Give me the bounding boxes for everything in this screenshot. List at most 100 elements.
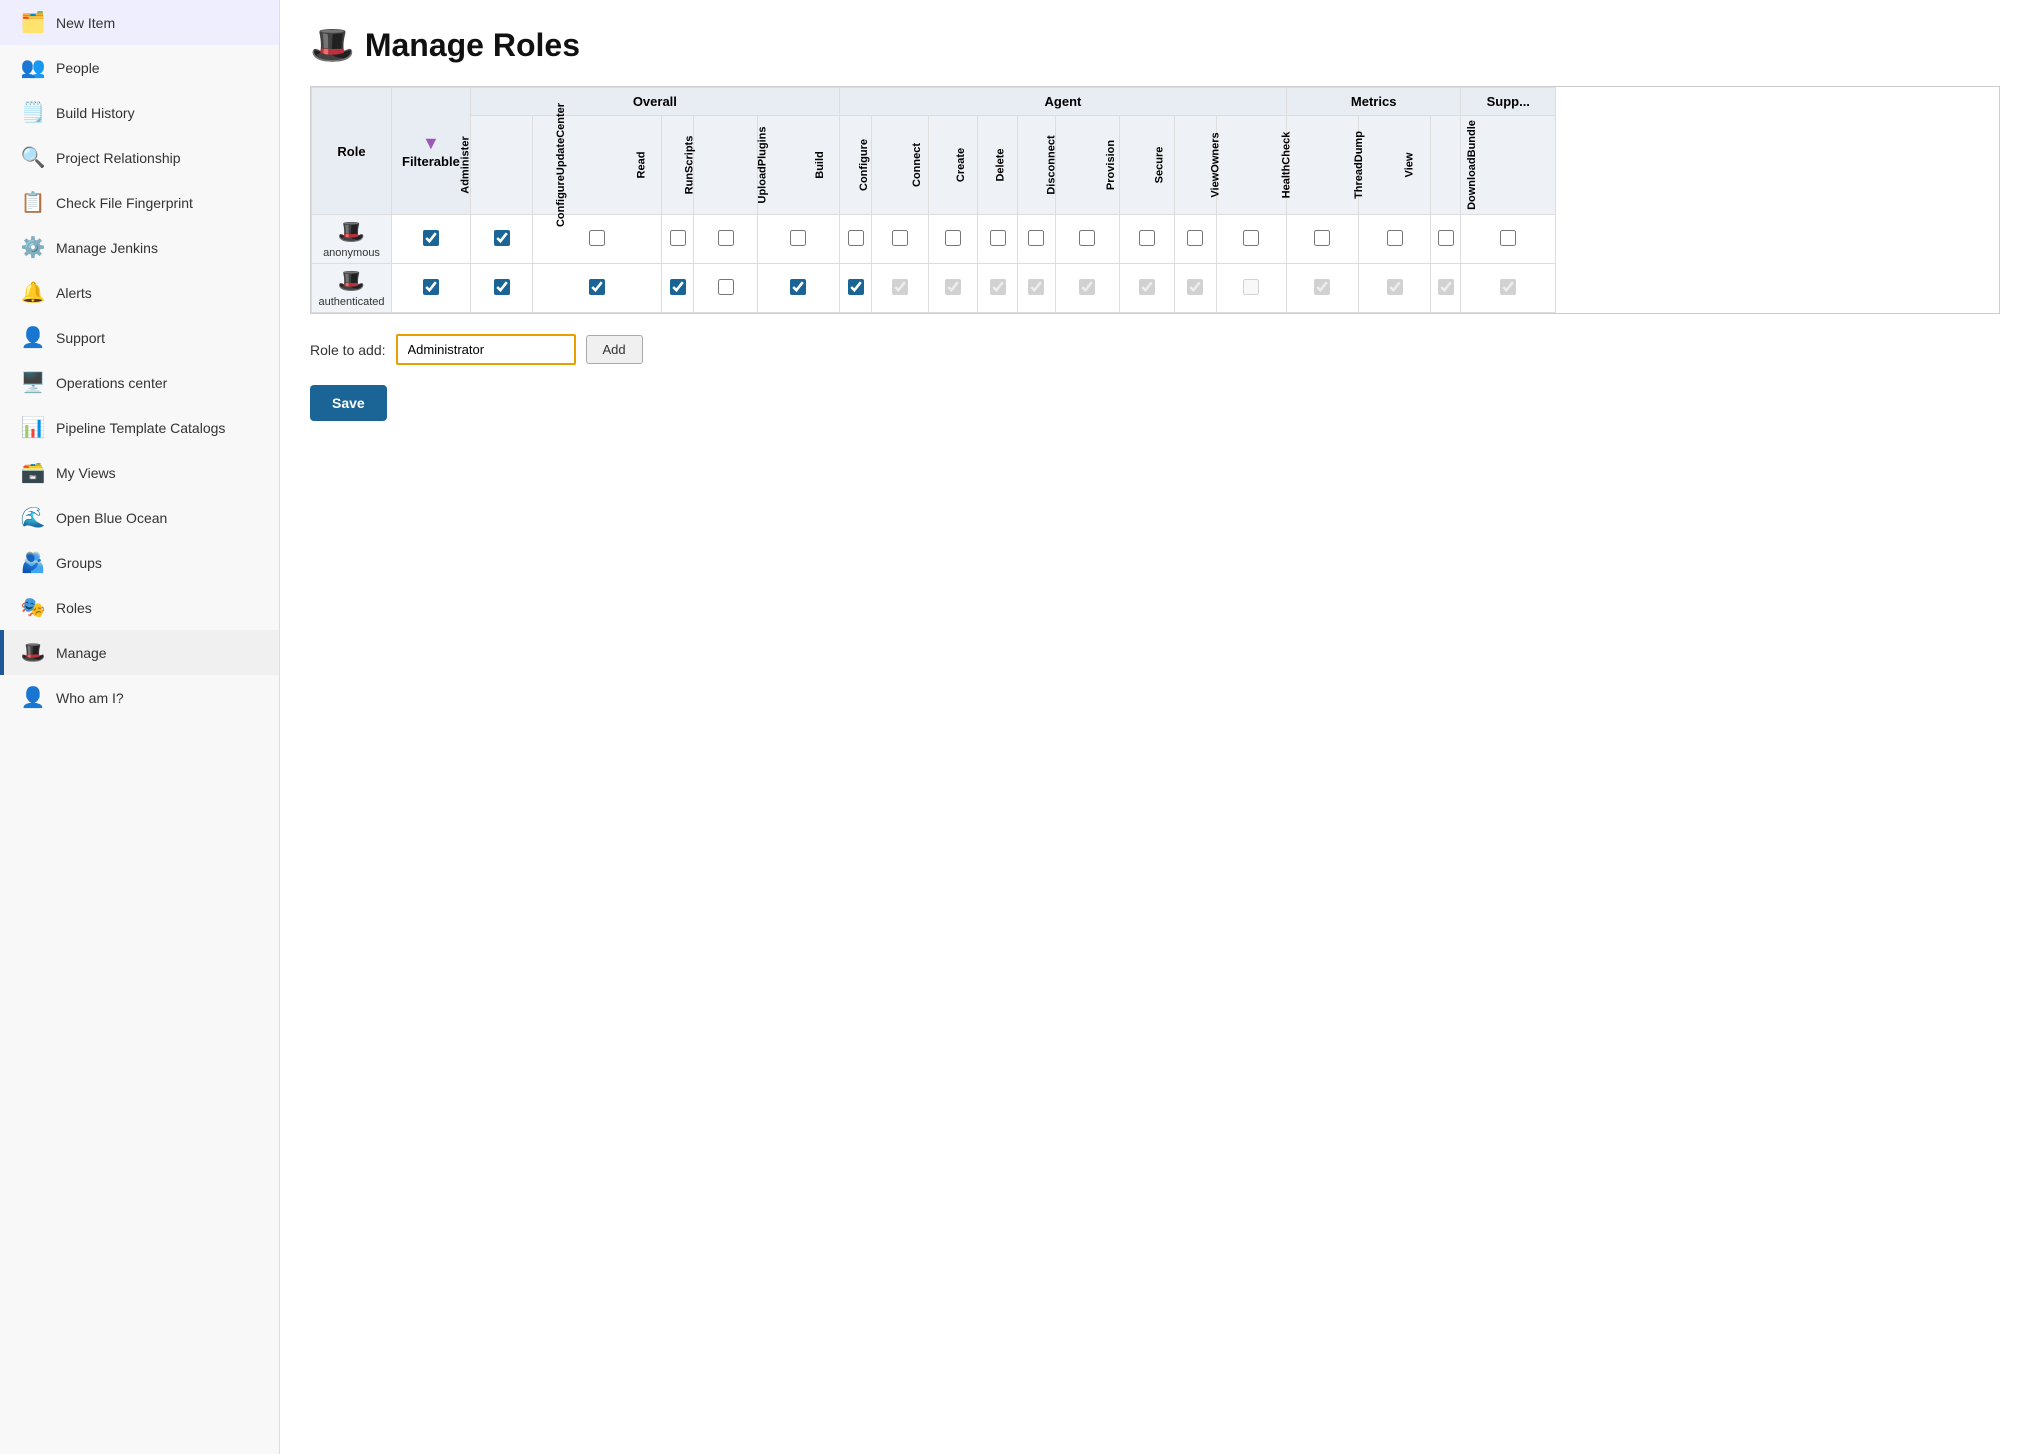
- checkbox-metrics-1-anonymous[interactable]: [1387, 230, 1403, 246]
- col-downloadbundle: DownloadBundle: [1461, 116, 1556, 215]
- checkbox-agent-7-anonymous[interactable]: [1187, 230, 1203, 246]
- checkbox-overall-3-anonymous[interactable]: [718, 230, 734, 246]
- sidebar-item-groups[interactable]: 🫂 Groups: [0, 540, 279, 585]
- checkbox-metrics-0-anonymous[interactable]: [1314, 230, 1330, 246]
- metrics-view-authenticated[interactable]: [1431, 264, 1461, 313]
- metrics-healthcheck-anonymous[interactable]: [1287, 215, 1359, 264]
- group-metrics: Metrics: [1287, 88, 1461, 116]
- checkbox-agent-0-authenticated[interactable]: [848, 279, 864, 295]
- overall-configureupdatecenter-authenticated[interactable]: [533, 264, 662, 313]
- checkbox-overall-1-anonymous[interactable]: [589, 230, 605, 246]
- checkbox-agent-5-anonymous[interactable]: [1079, 230, 1095, 246]
- agent-viewowners-anonymous[interactable]: [1216, 215, 1286, 264]
- agent-disconnect-anonymous[interactable]: [1055, 215, 1119, 264]
- agent-viewowners-authenticated[interactable]: [1216, 264, 1286, 313]
- sidebar-item-support[interactable]: 👤 Support: [0, 315, 279, 360]
- checkbox-agent-6-anonymous[interactable]: [1139, 230, 1155, 246]
- sidebar-item-people[interactable]: 👥 People: [0, 45, 279, 90]
- agent-delete-authenticated[interactable]: [1017, 264, 1055, 313]
- checkbox-overall-4-anonymous[interactable]: [790, 230, 806, 246]
- checkbox-agent-7-authenticated: [1187, 279, 1203, 295]
- filterable-authenticated[interactable]: [392, 264, 471, 313]
- agent-connect-anonymous[interactable]: [929, 215, 978, 264]
- checkbox-agent-2-anonymous[interactable]: [945, 230, 961, 246]
- sidebar-label-pipeline-template-catalogs: Pipeline Template Catalogs: [56, 420, 225, 436]
- overall-read-authenticated[interactable]: [662, 264, 694, 313]
- checkbox-agent-3-anonymous[interactable]: [990, 230, 1006, 246]
- agent-secure-anonymous[interactable]: [1175, 215, 1217, 264]
- sidebar-item-who-am-i[interactable]: 👤 Who am I?: [0, 675, 279, 720]
- agent-provision-anonymous[interactable]: [1119, 215, 1174, 264]
- overall-runscripts-anonymous[interactable]: [694, 215, 758, 264]
- agent-disconnect-authenticated[interactable]: [1055, 264, 1119, 313]
- checkbox-overall-0-authenticated[interactable]: [494, 279, 510, 295]
- overall-administer-anonymous[interactable]: [470, 215, 532, 264]
- checkbox-support-0-anonymous[interactable]: [1500, 230, 1516, 246]
- sidebar-label-support: Support: [56, 330, 105, 346]
- sidebar-item-pipeline-template-catalogs[interactable]: 📊 Pipeline Template Catalogs: [0, 405, 279, 450]
- agent-connect-authenticated[interactable]: [929, 264, 978, 313]
- sidebar-item-operations-center[interactable]: 🖥️ Operations center: [0, 360, 279, 405]
- agent-secure-authenticated[interactable]: [1175, 264, 1217, 313]
- overall-administer-authenticated[interactable]: [470, 264, 532, 313]
- group-support: Supp...: [1461, 88, 1556, 116]
- sidebar-icon-operations-center: 🖥️: [20, 370, 46, 395]
- filterable-checkbox-anonymous[interactable]: [423, 230, 439, 246]
- checkbox-overall-2-anonymous[interactable]: [670, 230, 686, 246]
- filterable-anonymous[interactable]: [392, 215, 471, 264]
- page-title-area: 🎩 Manage Roles: [310, 24, 2000, 66]
- checkbox-overall-1-authenticated[interactable]: [589, 279, 605, 295]
- agent-delete-anonymous[interactable]: [1017, 215, 1055, 264]
- overall-runscripts-authenticated[interactable]: [694, 264, 758, 313]
- sidebar-item-manage[interactable]: 🎩 Manage: [0, 630, 279, 675]
- sidebar-item-project-relationship[interactable]: 🔍 Project Relationship: [0, 135, 279, 180]
- sidebar-item-check-file-fingerprint[interactable]: 📋 Check File Fingerprint: [0, 180, 279, 225]
- agent-configure-authenticated[interactable]: [872, 264, 929, 313]
- support-downloadbundle-anonymous[interactable]: [1461, 215, 1556, 264]
- checkbox-metrics-0-authenticated: [1314, 279, 1330, 295]
- checkbox-agent-1-anonymous[interactable]: [892, 230, 908, 246]
- add-button[interactable]: Add: [586, 335, 643, 364]
- checkbox-metrics-2-anonymous[interactable]: [1438, 230, 1454, 246]
- checkbox-agent-8-anonymous[interactable]: [1243, 230, 1259, 246]
- sidebar-icon-who-am-i: 👤: [20, 685, 46, 710]
- metrics-threaddump-anonymous[interactable]: [1358, 215, 1431, 264]
- sidebar-item-roles[interactable]: 🎭 Roles: [0, 585, 279, 630]
- agent-create-anonymous[interactable]: [978, 215, 1017, 264]
- checkbox-overall-2-authenticated[interactable]: [670, 279, 686, 295]
- sidebar-item-open-blue-ocean[interactable]: 🌊 Open Blue Ocean: [0, 495, 279, 540]
- checkbox-overall-0-anonymous[interactable]: [494, 230, 510, 246]
- overall-uploadplugins-authenticated[interactable]: [757, 264, 839, 313]
- role-add-label: Role to add:: [310, 342, 386, 358]
- sidebar-item-build-history[interactable]: 🗒️ Build History: [0, 90, 279, 135]
- sidebar-icon-groups: 🫂: [20, 550, 46, 575]
- group-agent: Agent: [839, 88, 1286, 116]
- metrics-threaddump-authenticated[interactable]: [1358, 264, 1431, 313]
- agent-provision-authenticated[interactable]: [1119, 264, 1174, 313]
- metrics-view-anonymous[interactable]: [1431, 215, 1461, 264]
- checkbox-agent-0-anonymous[interactable]: [848, 230, 864, 246]
- sidebar-icon-build-history: 🗒️: [20, 100, 46, 125]
- save-button[interactable]: Save: [310, 385, 387, 421]
- sidebar-item-new-item[interactable]: 🗂️ New Item: [0, 0, 279, 45]
- sidebar-item-alerts[interactable]: 🔔 Alerts: [0, 270, 279, 315]
- sidebar-label-build-history: Build History: [56, 105, 135, 121]
- sidebar-item-my-views[interactable]: 🗃️ My Views: [0, 450, 279, 495]
- agent-configure-anonymous[interactable]: [872, 215, 929, 264]
- sidebar-label-open-blue-ocean: Open Blue Ocean: [56, 510, 167, 526]
- agent-build-authenticated[interactable]: [839, 264, 872, 313]
- overall-uploadplugins-anonymous[interactable]: [757, 215, 839, 264]
- filter-icon: ▼: [422, 133, 440, 153]
- overall-read-anonymous[interactable]: [662, 215, 694, 264]
- sidebar-item-manage-jenkins[interactable]: ⚙️ Manage Jenkins: [0, 225, 279, 270]
- checkbox-overall-4-authenticated[interactable]: [790, 279, 806, 295]
- col-runscripts: RunScripts: [694, 116, 758, 215]
- agent-create-authenticated[interactable]: [978, 264, 1017, 313]
- checkbox-agent-4-anonymous[interactable]: [1028, 230, 1044, 246]
- role-add-input[interactable]: [396, 334, 576, 365]
- metrics-healthcheck-authenticated[interactable]: [1287, 264, 1359, 313]
- filterable-checkbox-authenticated[interactable]: [423, 279, 439, 295]
- checkbox-overall-3-authenticated[interactable]: [718, 279, 734, 295]
- agent-build-anonymous[interactable]: [839, 215, 872, 264]
- support-downloadbundle-authenticated[interactable]: [1461, 264, 1556, 313]
